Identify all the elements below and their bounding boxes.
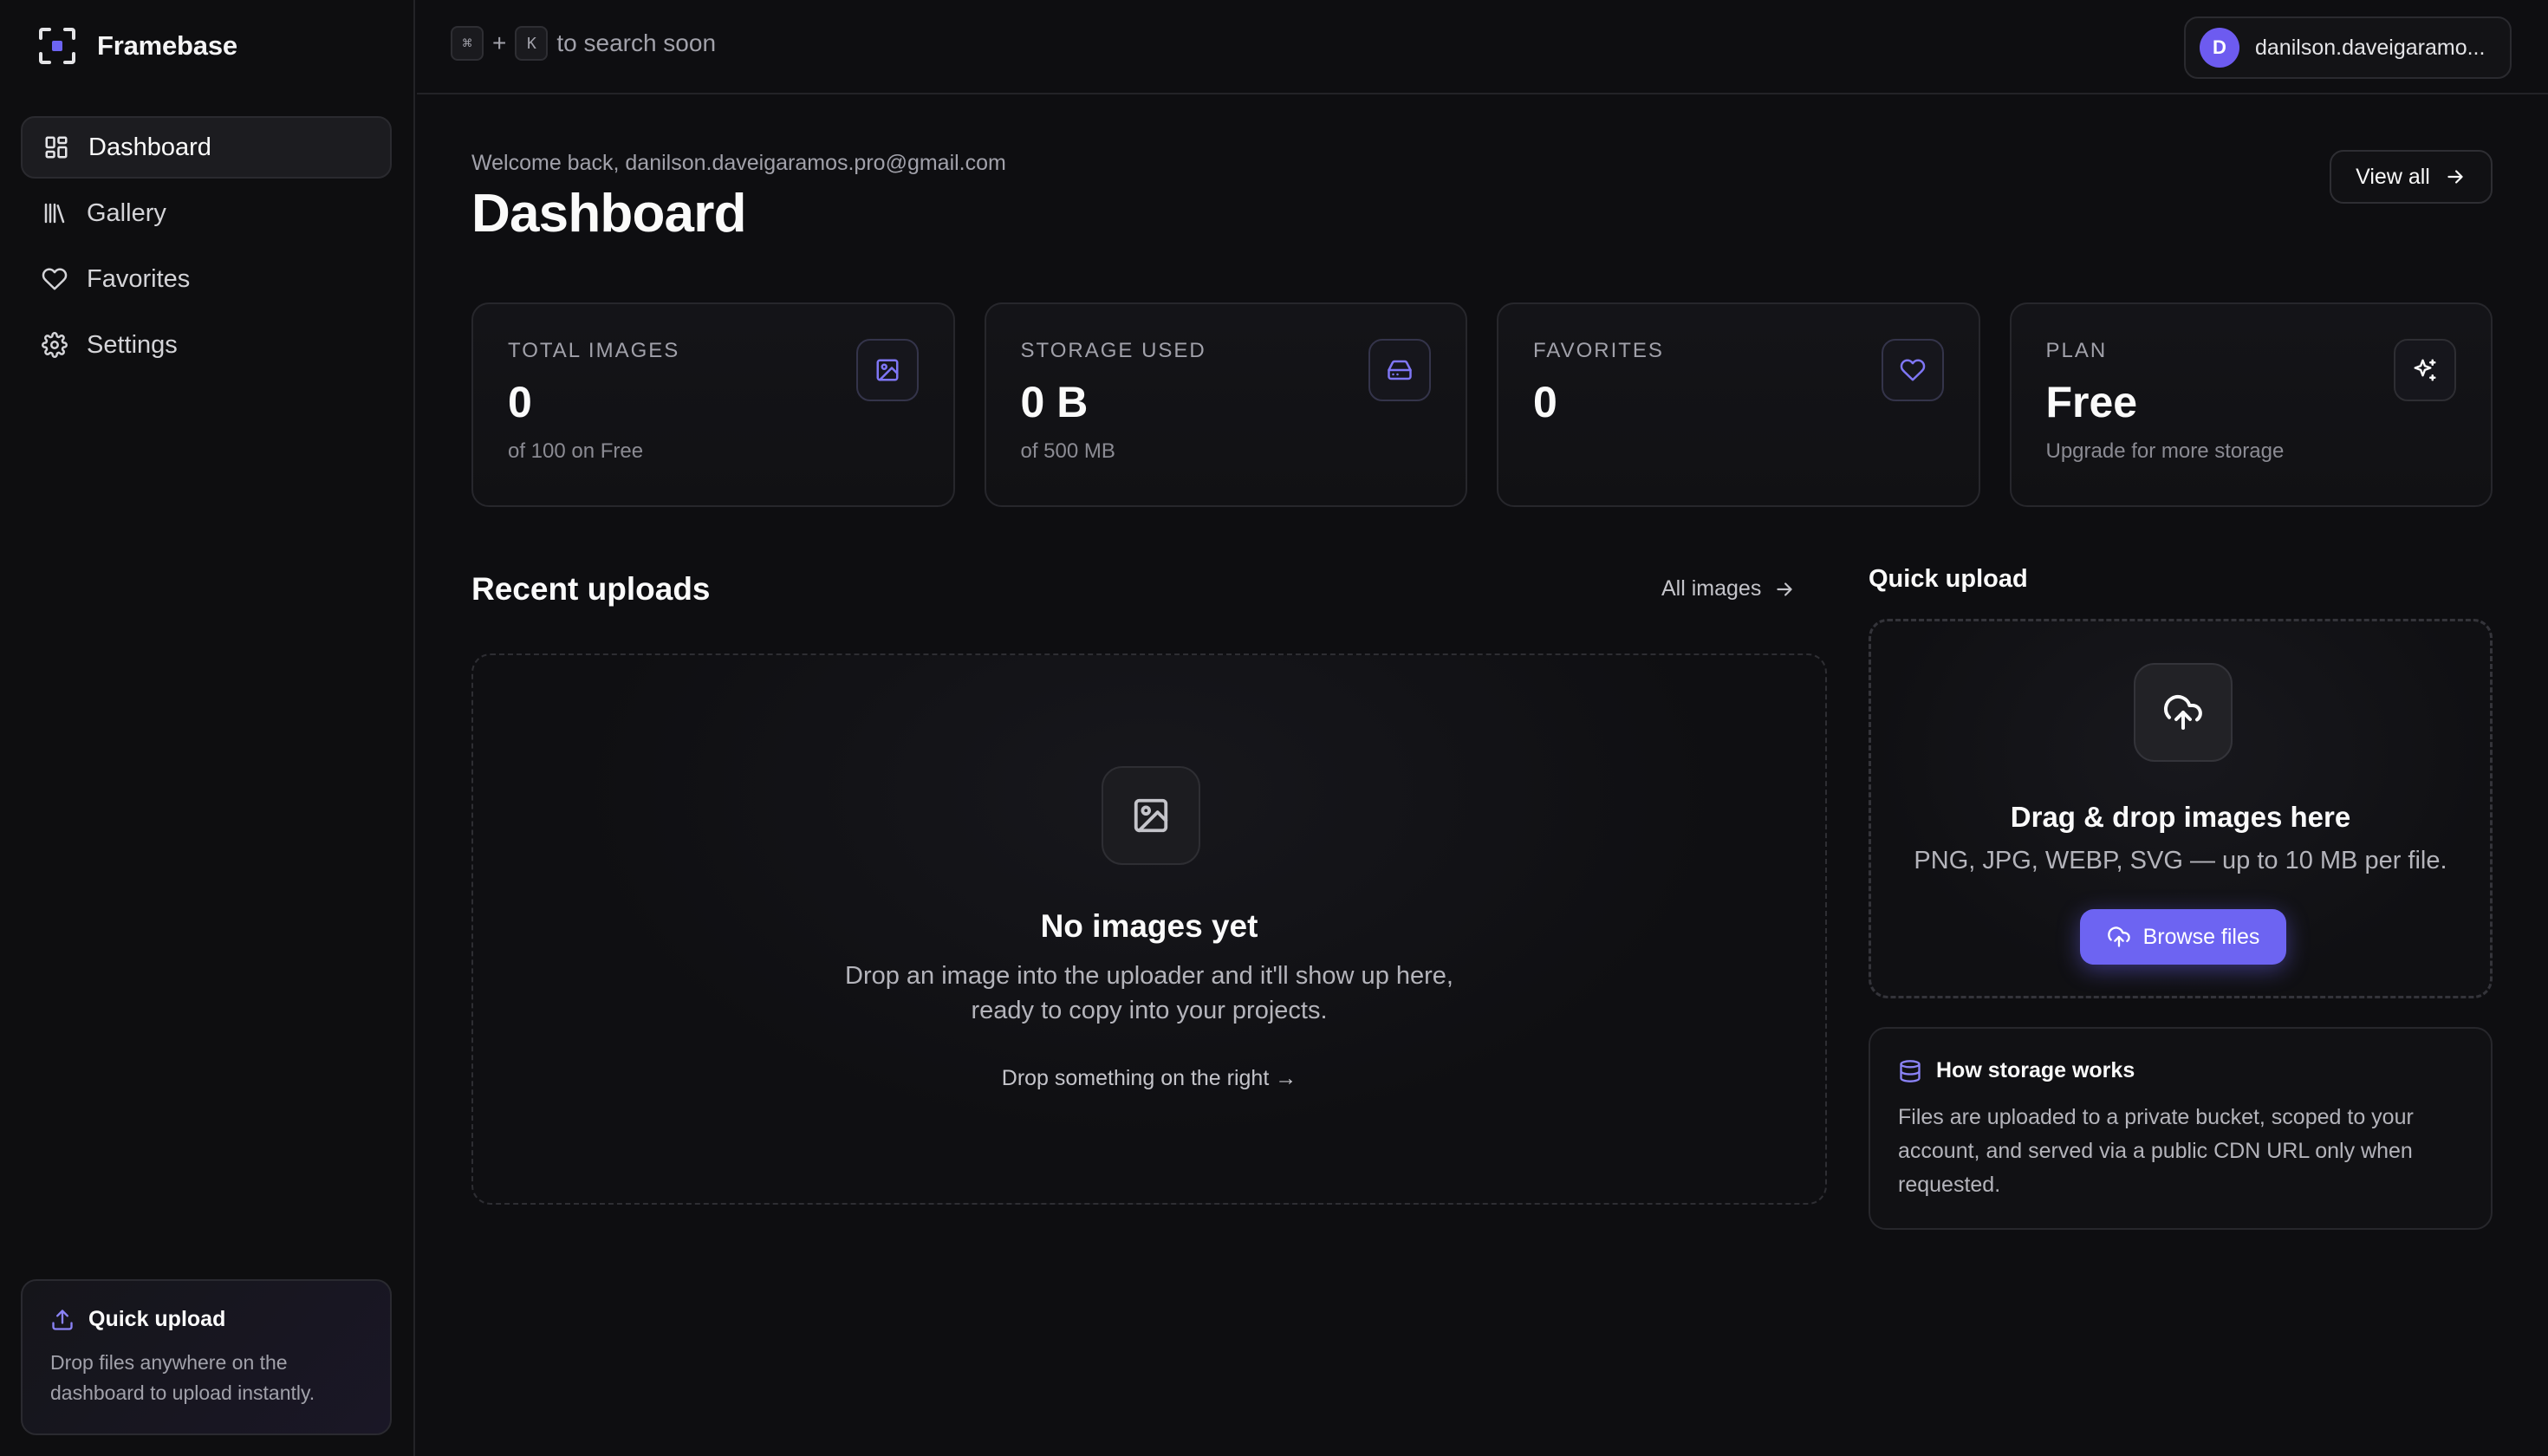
image-icon: [855, 339, 919, 401]
kbd-command: ⌘: [451, 26, 484, 61]
sidebar: Framebase Dashboard Gallery Favorites Se…: [0, 0, 415, 1456]
sidebar-item-label: Dashboard: [88, 133, 211, 161]
dropzone-title: Drag & drop images here: [2010, 801, 2351, 833]
database-icon: [1898, 1059, 1922, 1083]
cloud-upload-icon: [2134, 663, 2233, 762]
sidebar-item-dashboard[interactable]: Dashboard: [21, 116, 392, 179]
sidebar-quick-upload-text: Drop files anywhere on the dashboard to …: [50, 1351, 315, 1404]
all-images-link[interactable]: All images: [1661, 576, 1796, 601]
stat-card-total-images: TOTAL IMAGES 0 of 100 on Free: [471, 302, 955, 507]
sidebar-item-label: Favorites: [87, 264, 191, 293]
stat-card-storage-used: STORAGE USED 0 B of 500 MB: [984, 302, 1467, 507]
quick-upload-title: Quick upload: [1869, 565, 2028, 593]
dashboard-icon: [43, 134, 69, 160]
storage-info-title: How storage works: [1898, 1058, 2463, 1083]
storage-info-card: How storage works Files are uploaded to …: [1869, 1027, 2493, 1230]
upload-dropzone[interactable]: Drag & drop images here PNG, JPG, WEBP, …: [1869, 619, 2493, 998]
stat-subtext: of 500 MB: [1020, 439, 1115, 463]
library-icon: [42, 200, 68, 226]
kbd-k: K: [515, 26, 549, 61]
user-name: danilson.daveigaramo...: [2255, 35, 2486, 60]
user-menu-button[interactable]: D danilson.daveigaramo...: [2184, 16, 2512, 79]
kbd-plus: +: [492, 29, 507, 56]
all-images-label: All images: [1661, 576, 1762, 601]
stat-card-plan: PLAN Free Upgrade for more storage: [2009, 302, 2493, 507]
storage-info-text: Files are uploaded to a private bucket, …: [1898, 1105, 2414, 1197]
empty-state-text: Drop an image into the uploader and it'l…: [473, 959, 1825, 1028]
sidebar-nav: Dashboard Gallery Favorites Settings: [21, 116, 392, 380]
page-title: Dashboard: [471, 184, 746, 244]
upload-icon: [50, 1308, 75, 1332]
sidebar-quick-upload-label: Quick upload: [88, 1307, 226, 1331]
sidebar-item-favorites[interactable]: Favorites: [21, 248, 392, 310]
sidebar-quick-upload-card[interactable]: Quick upload Drop files anywhere on the …: [21, 1279, 392, 1435]
view-all-label: View all: [2356, 164, 2430, 189]
browse-files-button[interactable]: Browse files: [2080, 909, 2286, 965]
heart-icon: [42, 266, 68, 292]
stat-subtext: Upgrade for more storage: [2045, 439, 2285, 463]
view-all-button[interactable]: View all: [2330, 150, 2493, 204]
gear-icon: [42, 332, 68, 358]
stat-subtext: of 100 on Free: [508, 439, 644, 463]
image-placeholder-icon: [1102, 766, 1200, 865]
stat-card-favorites: FAVORITES 0: [1497, 302, 1980, 507]
heart-icon: [1881, 339, 1944, 401]
search-hint-text: to search soon: [556, 29, 717, 56]
brand[interactable]: Framebase: [38, 24, 237, 68]
topbar: ⌘ + K to search soon D danilson.daveigar…: [417, 0, 2548, 94]
search-shortcut-hint: ⌘ + K to search soon: [451, 26, 716, 61]
sidebar-item-label: Gallery: [87, 198, 166, 227]
cloud-upload-icon: [2107, 925, 2131, 949]
framebase-logo-icon: [38, 27, 76, 65]
drop-hint-link[interactable]: Drop something on the right →: [473, 1066, 1825, 1091]
stats-row: TOTAL IMAGES 0 of 100 on Free STORAGE US…: [471, 302, 2493, 507]
sidebar-quick-upload-title: Quick upload: [50, 1307, 362, 1332]
recent-uploads-title: Recent uploads: [471, 571, 711, 607]
sidebar-item-gallery[interactable]: Gallery: [21, 182, 392, 244]
empty-state-text-line: ready to copy into your projects.: [971, 997, 1328, 1024]
app-name: Framebase: [97, 30, 237, 61]
recent-uploads-empty-state: No images yet Drop an image into the upl…: [471, 653, 1827, 1205]
storage-info-label: How storage works: [1936, 1058, 2135, 1082]
arrow-right-icon: [1773, 578, 1796, 601]
hard-drive-icon: [1368, 339, 1431, 401]
dropzone-text: PNG, JPG, WEBP, SVG — up to 10 MB per fi…: [1914, 847, 2447, 874]
empty-state-title: No images yet: [1040, 908, 1258, 944]
sidebar-item-settings[interactable]: Settings: [21, 314, 392, 376]
welcome-text: Welcome back, danilson.daveigaramos.pro@…: [471, 151, 1006, 175]
arrow-right-icon: [2444, 166, 2467, 188]
avatar: D: [2200, 28, 2239, 68]
browse-files-label: Browse files: [2142, 924, 2260, 949]
sparkles-icon: [2394, 339, 2456, 401]
empty-state-text-line: Drop an image into the uploader and it'l…: [845, 962, 1453, 990]
sidebar-item-label: Settings: [87, 330, 178, 359]
